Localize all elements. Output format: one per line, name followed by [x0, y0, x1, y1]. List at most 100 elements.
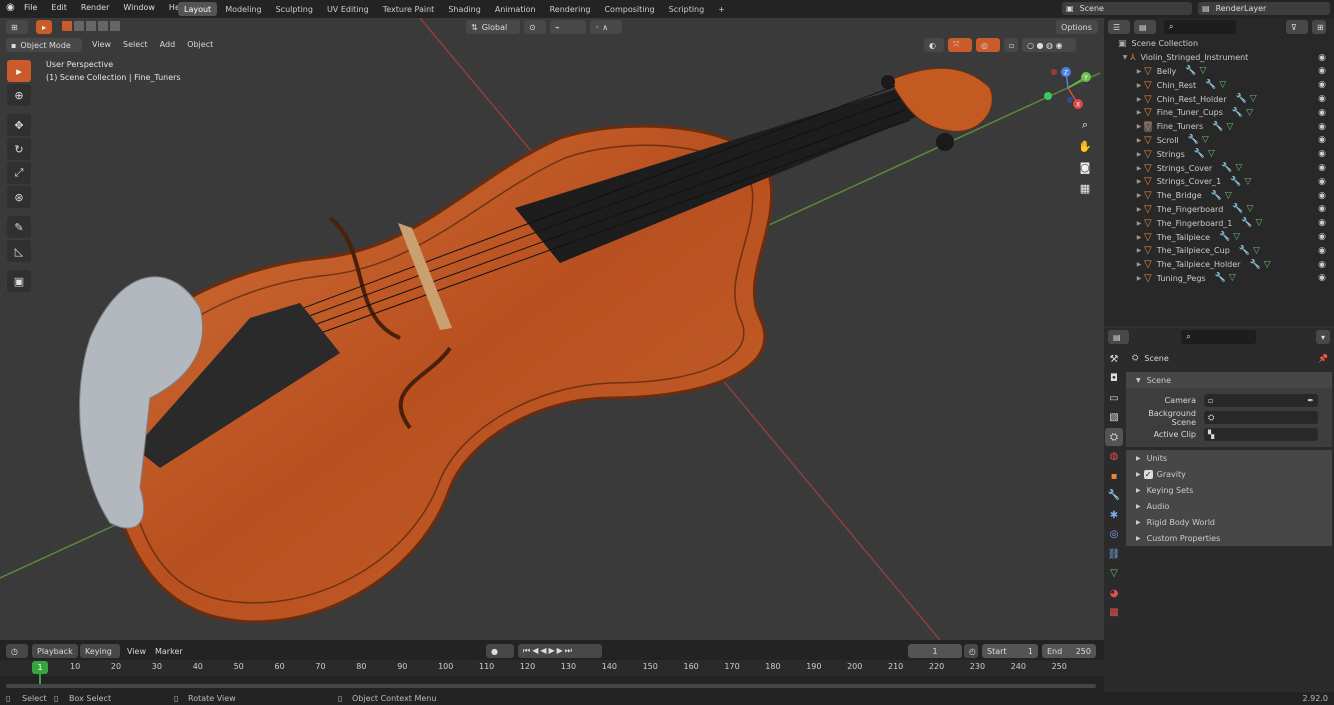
- output-tab-icon[interactable]: ▭: [1105, 389, 1123, 407]
- outliner-search-input[interactable]: ⌕: [1164, 20, 1236, 34]
- outliner-editor-icon[interactable]: ☰: [1108, 20, 1130, 34]
- mesh-data-icon[interactable]: ▽: [1256, 218, 1263, 228]
- visibility-eye-icon[interactable]: ◉: [1318, 191, 1326, 201]
- timeline-scrollbar[interactable]: [6, 684, 1096, 688]
- current-frame-field[interactable]: 1: [908, 644, 962, 658]
- scene-selector[interactable]: ▣ Scene: [1062, 2, 1192, 15]
- expand-icon[interactable]: ▶: [1134, 206, 1144, 213]
- modifier-icon[interactable]: 🔧: [1185, 66, 1196, 76]
- view-layer-tab-icon[interactable]: ▧: [1105, 409, 1123, 427]
- mesh-data-icon[interactable]: ▽: [1244, 177, 1251, 187]
- tab-animation[interactable]: Animation: [489, 2, 542, 16]
- properties-search-input[interactable]: ⌕: [1181, 330, 1256, 344]
- mesh-data-icon[interactable]: ▽: [1208, 149, 1215, 159]
- expand-icon[interactable]: ▶: [1134, 82, 1144, 89]
- clock-icon[interactable]: ◴: [964, 644, 978, 658]
- outliner-object-row[interactable]: ▶ ▽ The_Tailpiece_Holder 🔧 ▽ ◉: [1104, 258, 1334, 272]
- modifier-icon[interactable]: 🔧: [1241, 218, 1252, 228]
- outliner-object-row[interactable]: ▶ ▽ Chin_Rest 🔧 ▽ ◉: [1104, 78, 1334, 92]
- modifier-icon[interactable]: 🔧: [1205, 80, 1216, 90]
- visibility-eye-icon[interactable]: ◉: [1318, 94, 1326, 104]
- outliner-object-row[interactable]: ▶ ▽ Strings_Cover 🔧 ▽ ◉: [1104, 161, 1334, 175]
- constraints-tab-icon[interactable]: ⛓: [1105, 545, 1123, 563]
- expand-icon[interactable]: ▼: [1120, 54, 1130, 61]
- mesh-data-icon[interactable]: ▽: [1233, 232, 1240, 242]
- outliner-object-row[interactable]: ▶ ▽ Fine_Tuner_Cups 🔧 ▽ ◉: [1104, 106, 1334, 120]
- render-tab-icon[interactable]: ◘: [1105, 370, 1123, 388]
- outliner-object-row[interactable]: ▶ ▽ The_Fingerboard_1 🔧 ▽ ◉: [1104, 216, 1334, 230]
- mesh-data-icon[interactable]: ▽: [1264, 260, 1271, 270]
- cursor-icon[interactable]: ⊕: [7, 84, 31, 106]
- menu-window[interactable]: Window: [123, 3, 155, 12]
- visibility-eye-icon[interactable]: ◉: [1318, 204, 1326, 214]
- select-box-icon[interactable]: ▸: [7, 60, 31, 82]
- visibility-eye-icon[interactable]: ◉: [1318, 232, 1326, 242]
- visibility-eye-icon[interactable]: ◉: [1318, 149, 1326, 159]
- tool-tab-icon[interactable]: ⚒: [1105, 350, 1123, 368]
- mesh-data-icon[interactable]: ▽: [1229, 273, 1236, 283]
- outliner-object-row[interactable]: ▶ ▽ The_Bridge 🔧 ▽ ◉: [1104, 189, 1334, 203]
- visibility-eye-icon[interactable]: ◉: [1318, 273, 1326, 283]
- expand-icon[interactable]: ▶: [1134, 275, 1144, 282]
- visibility-eye-icon[interactable]: ◉: [1318, 66, 1326, 76]
- physics-tab-icon[interactable]: ◎: [1105, 526, 1123, 544]
- mesh-data-icon[interactable]: ▽: [1219, 80, 1226, 90]
- keying-menu[interactable]: Keying: [80, 644, 120, 658]
- modifier-icon[interactable]: 🔧: [1239, 246, 1250, 256]
- mesh-data-icon[interactable]: ▽: [1235, 163, 1242, 173]
- properties-options-icon[interactable]: ▾: [1316, 330, 1330, 344]
- visibility-eye-icon[interactable]: ◉: [1318, 108, 1326, 118]
- mode-invert-icon[interactable]: [98, 21, 108, 31]
- scene-collection-row[interactable]: ▣ Scene Collection: [1104, 37, 1334, 51]
- camera-field[interactable]: ▫ ✒: [1204, 394, 1318, 407]
- transform-icon[interactable]: ⊛: [7, 186, 31, 208]
- scene-panel-header[interactable]: ▼ Scene: [1126, 372, 1332, 388]
- data-tab-icon[interactable]: ▽: [1105, 565, 1123, 583]
- section-audio[interactable]: ▶ Audio: [1126, 498, 1332, 514]
- expand-icon[interactable]: ▶: [1134, 178, 1144, 185]
- mesh-data-icon[interactable]: ▽: [1226, 122, 1233, 132]
- visibility-eye-icon[interactable]: ◉: [1318, 177, 1326, 187]
- section-keying-sets[interactable]: ▶ Keying Sets: [1126, 482, 1332, 498]
- timeline-marker-menu[interactable]: Marker: [155, 647, 183, 656]
- viewport-menu-select[interactable]: Select: [123, 40, 148, 49]
- eyedropper-icon[interactable]: ✒: [1307, 396, 1314, 405]
- visibility-eye-icon[interactable]: ◉: [1318, 80, 1326, 90]
- xray-icon[interactable]: ▫: [1004, 38, 1018, 52]
- filter-icon[interactable]: ⊽: [1286, 20, 1308, 34]
- mode-set-icon[interactable]: [62, 21, 72, 31]
- visibility-eye-icon[interactable]: ◉: [1318, 163, 1326, 173]
- zoom-icon[interactable]: ⌕: [1076, 116, 1094, 134]
- menu-file[interactable]: File: [24, 3, 37, 12]
- background-scene-field[interactable]: ⛭: [1204, 411, 1318, 424]
- snap-icon[interactable]: ⌁: [550, 20, 586, 34]
- tab-compositing[interactable]: Compositing: [598, 2, 660, 16]
- timeline-editor-icon[interactable]: ◷: [6, 644, 28, 658]
- add-cube-icon[interactable]: ▣: [7, 270, 31, 292]
- mesh-data-icon[interactable]: ▽: [1253, 246, 1260, 256]
- scale-icon[interactable]: ⤢: [7, 162, 31, 184]
- grid-perspective-icon[interactable]: ▦: [1076, 179, 1094, 197]
- mode-subtract-icon[interactable]: [86, 21, 96, 31]
- move-icon[interactable]: ✥: [7, 114, 31, 136]
- camera-icon[interactable]: ◙: [1076, 158, 1094, 176]
- visibility-eye-icon[interactable]: ◉: [1318, 246, 1326, 256]
- record-button[interactable]: ●: [486, 644, 514, 658]
- expand-icon[interactable]: ▶: [1134, 234, 1144, 241]
- modifier-icon[interactable]: 🔧: [1215, 273, 1226, 283]
- frame-marker[interactable]: 1: [32, 661, 48, 674]
- active-clip-field[interactable]: ▚: [1204, 428, 1318, 441]
- expand-icon[interactable]: ▶: [1134, 165, 1144, 172]
- outliner-object-row[interactable]: ▶ ▽ Strings_Cover_1 🔧 ▽ ◉: [1104, 175, 1334, 189]
- section-gravity[interactable]: ▶ ✓ Gravity: [1126, 466, 1332, 482]
- viewport-menu-add[interactable]: Add: [160, 40, 176, 49]
- section-custom-properties[interactable]: ▶ Custom Properties: [1126, 530, 1332, 546]
- pivot-icon[interactable]: ⊙: [524, 20, 546, 34]
- tab-layout[interactable]: Layout: [178, 2, 218, 16]
- tab-scripting[interactable]: Scripting: [663, 2, 711, 16]
- mesh-data-icon[interactable]: ▽: [1202, 135, 1209, 145]
- new-collection-icon[interactable]: ⊞: [1312, 20, 1326, 34]
- expand-icon[interactable]: ▶: [1134, 247, 1144, 254]
- outliner-object-row[interactable]: ▶ ▽ Belly 🔧 ▽ ◉: [1104, 65, 1334, 79]
- modifier-icon[interactable]: 🔧: [1219, 232, 1230, 242]
